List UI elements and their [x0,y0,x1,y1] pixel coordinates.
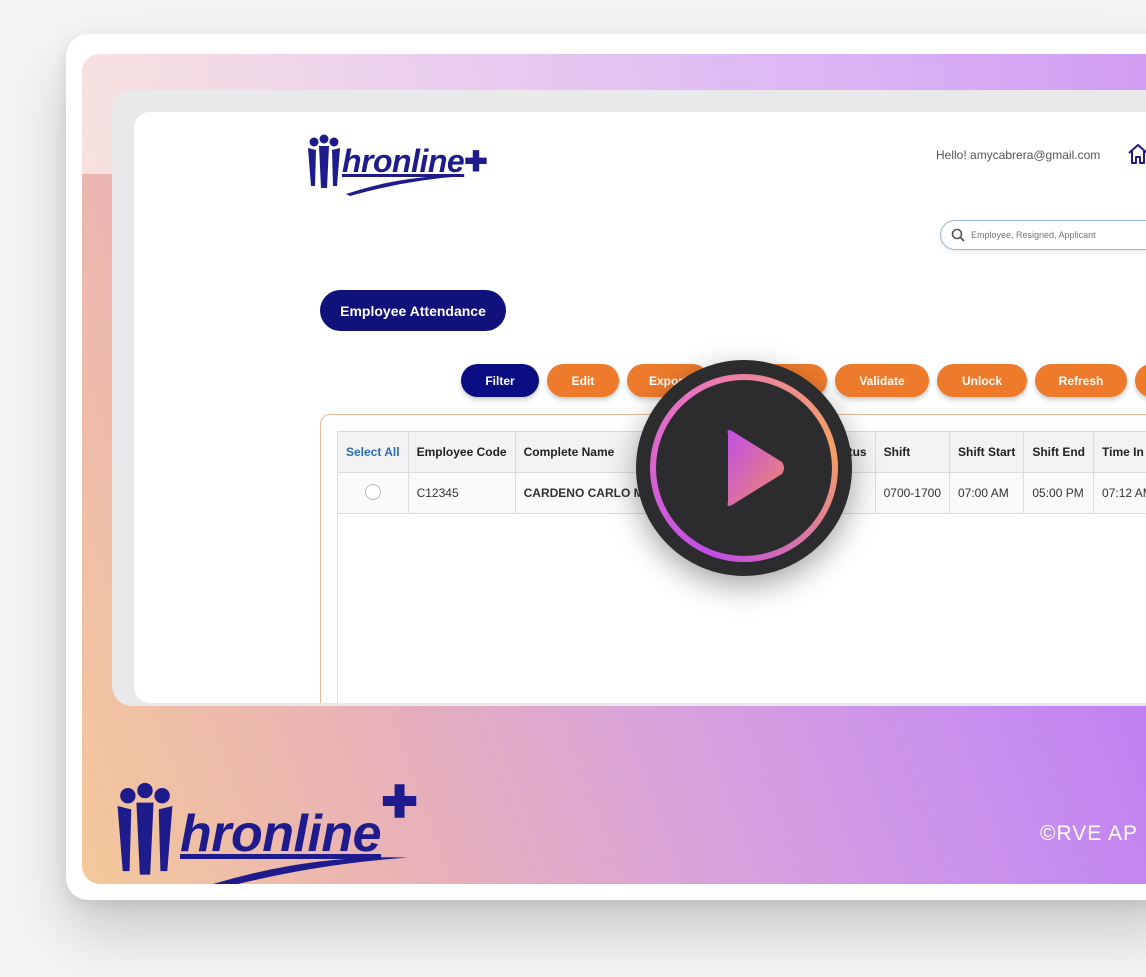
search-icon [951,228,965,242]
row-select-cell [337,472,409,514]
shift-cell: 0700-1700 [874,472,951,514]
page-title: Employee Attendance [320,290,506,331]
people-icon [308,134,340,188]
play-button[interactable] [636,360,852,576]
home-icon[interactable] [1126,142,1146,166]
edit-button[interactable]: Edit [547,364,619,397]
logo-plus: ✚ [464,146,488,177]
refresh-button[interactable]: Refresh [1035,364,1127,397]
employee-code-cell: C12345 [407,472,516,514]
user-greeting: Hello! amycabrera@gmail.com [936,148,1101,162]
app-screen: hronline ✚ Hello! amycabrera@gmail.com E… [134,112,1146,703]
filter-button[interactable]: Filter [461,364,539,397]
footer-logo-swoosh [213,857,408,884]
column-header: Time In [1093,431,1146,473]
footer-logo-plus: ✚ [381,778,418,827]
unlock-button[interactable]: Unlock [937,364,1027,397]
search-input[interactable] [971,230,1146,240]
column-header: Shift [874,431,951,473]
row-select-radio[interactable] [364,483,381,500]
shift-end-cell: 05:00 PM [1023,472,1095,514]
play-icon [727,430,784,506]
search-box[interactable] [940,220,1146,250]
shift-start-cell: 07:00 AM [948,472,1025,514]
column-header: Shift Start [948,431,1025,473]
table-left-border [337,515,338,703]
gradient-panel: hronline ✚ Hello! amycabrera@gmail.com E… [82,54,1146,884]
people-icon [117,782,173,875]
copyright-text: ©RVE AP [1040,822,1138,845]
validate-button[interactable]: Validate [835,364,929,397]
more-button[interactable] [1135,364,1146,397]
select-all-header[interactable]: Select All [337,431,409,473]
outer-card: hronline ✚ Hello! amycabrera@gmail.com E… [66,34,1146,900]
column-header: Shift End [1023,431,1095,473]
column-header: Employee Code [407,431,516,473]
logo-swoosh [346,175,464,196]
time-in-cell: 07:12 AM [1093,472,1146,514]
